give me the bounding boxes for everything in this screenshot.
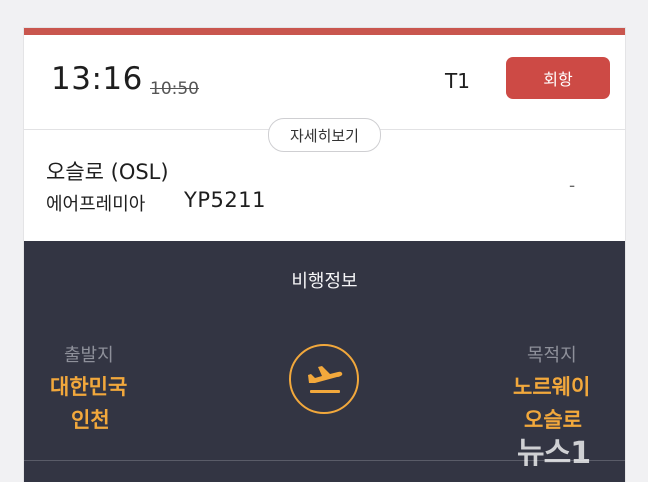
news1-watermark: 뉴스1 xyxy=(517,424,642,471)
destination-airport: 오슬로 (OSL) xyxy=(46,160,169,184)
changed-time: 13:16 xyxy=(51,61,143,97)
origin-city: 인천 xyxy=(71,408,110,432)
details-button[interactable]: 자세히보기 xyxy=(268,118,381,152)
watermark-text: 뉴스1 xyxy=(517,436,591,471)
gate-value: - xyxy=(569,176,576,196)
flight-card: 13:16 10:50 T1 회항 자세히보기 오슬로 (OSL) 에어프레미아… xyxy=(24,28,625,482)
destination-label: 목적지 xyxy=(527,345,577,366)
flight-number: YP5211 xyxy=(184,188,266,212)
origin-label: 출발지 xyxy=(64,345,114,366)
origin-country: 대한민국 xyxy=(50,375,128,399)
status-badge[interactable]: 회항 xyxy=(506,57,610,99)
destination-country: 노르웨이 xyxy=(513,375,591,399)
info-title: 비행정보 xyxy=(291,271,358,292)
terminal-label: T1 xyxy=(445,69,470,93)
plane-takeoff-icon xyxy=(289,344,359,414)
airline-name: 에어프레미아 xyxy=(46,194,146,215)
time-row: 13:16 10:50 T1 회항 xyxy=(24,35,625,129)
scheduled-time: 10:50 xyxy=(150,79,199,99)
status-accent-bar xyxy=(24,28,625,35)
